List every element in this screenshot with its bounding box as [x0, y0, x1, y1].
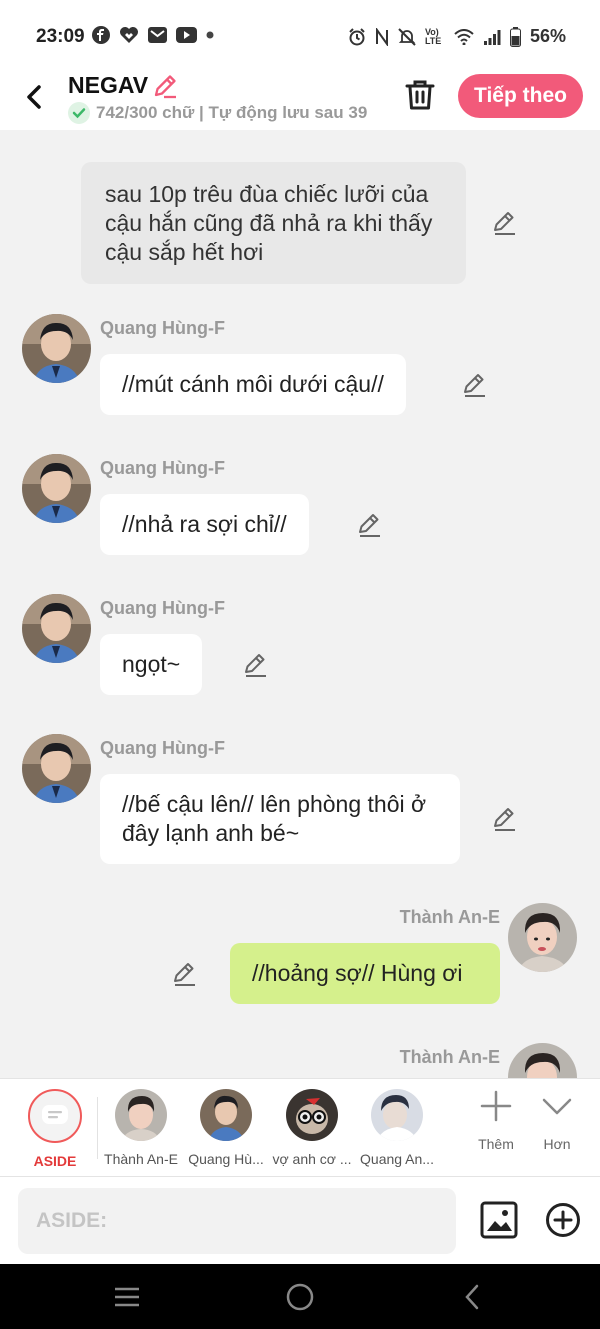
- battery-percent: 56%: [529, 26, 566, 46]
- character-bar: ASIDE Thành An-E Quang Hù... vợ anh cơ .…: [0, 1078, 600, 1176]
- heart-app-icon: [119, 26, 139, 44]
- add-circle-icon[interactable]: [545, 1202, 581, 1238]
- facebook-icon: [92, 26, 110, 44]
- editor-header: NEGAV 742/300 chữ | Tự động lưu sau 39 T…: [0, 70, 600, 130]
- avatar: [115, 1089, 167, 1141]
- signal-icon: [483, 29, 501, 45]
- chevron-down-icon: [542, 1098, 572, 1115]
- edit-icon[interactable]: [357, 512, 383, 538]
- edit-icon[interactable]: [492, 806, 518, 832]
- character-quang-hung[interactable]: Quang Hù...: [184, 1089, 268, 1167]
- check-icon: [68, 102, 90, 124]
- autosave-status: 742/300 chữ | Tự động lưu sau 39: [68, 102, 367, 124]
- youtube-icon: [176, 27, 197, 43]
- character-label: Quang Hù...: [188, 1151, 264, 1167]
- more-label: Hơn: [543, 1136, 571, 1152]
- battery-icon: [509, 26, 521, 47]
- status-bar: 23:09 Vo) LTE 56%: [0, 0, 600, 70]
- input-row: [0, 1176, 600, 1264]
- status-time: 23:09: [36, 26, 85, 47]
- add-character-button[interactable]: Thêm: [469, 1089, 523, 1152]
- message-bubble[interactable]: ngọt~: [100, 634, 203, 695]
- nfc-icon: [375, 27, 389, 46]
- edit-icon[interactable]: [172, 961, 198, 987]
- message-bubble[interactable]: //nhả ra sợi chỉ//: [100, 494, 309, 555]
- character-label: Thành An-E: [104, 1151, 178, 1167]
- story-title[interactable]: NEGAV: [68, 72, 178, 99]
- avatar[interactable]: [22, 734, 91, 803]
- image-icon[interactable]: [480, 1201, 518, 1239]
- character-vo-anh[interactable]: vợ anh cơ ...: [270, 1089, 354, 1167]
- dot-icon: [206, 31, 214, 39]
- avatar[interactable]: [508, 903, 577, 972]
- avatar[interactable]: [22, 454, 91, 523]
- back-nav-icon[interactable]: [452, 1282, 492, 1312]
- message-bubble[interactable]: //mút cánh môi dưới cậu//: [100, 354, 406, 415]
- aside-icon: [28, 1089, 82, 1143]
- speaker-name: Thành An-E: [399, 1047, 500, 1067]
- edit-icon[interactable]: [492, 210, 518, 236]
- avatar[interactable]: [508, 1043, 577, 1078]
- speaker-name: Quang Hùng-F: [100, 598, 225, 618]
- character-aside[interactable]: ASIDE: [13, 1089, 97, 1169]
- narration-bubble[interactable]: sau 10p trêu đùa chiếc lưỡi của cậu hắn …: [81, 162, 466, 284]
- more-button[interactable]: Hơn: [530, 1089, 584, 1152]
- message-input[interactable]: [18, 1188, 456, 1254]
- system-nav-bar: [0, 1264, 600, 1329]
- plus-icon: [480, 1090, 512, 1122]
- wifi-icon: [454, 28, 474, 45]
- speaker-name: Quang Hùng-F: [100, 458, 225, 478]
- word-count-text: 742/300 chữ | Tự động lưu sau 39: [96, 103, 368, 122]
- notification-icons: [92, 26, 214, 44]
- story-title-text: NEGAV: [68, 72, 149, 98]
- character-label: ASIDE: [33, 1153, 77, 1169]
- avatar: [200, 1089, 252, 1141]
- character-thanh-an[interactable]: Thành An-E: [99, 1089, 183, 1167]
- mute-icon: [398, 27, 416, 46]
- volte-icon: Vo) LTE: [424, 26, 445, 46]
- avatar[interactable]: [22, 314, 91, 383]
- next-button[interactable]: Tiếp theo: [458, 74, 583, 118]
- mail-icon: [148, 26, 167, 44]
- character-quang-an[interactable]: Quang An...: [355, 1089, 439, 1167]
- back-button[interactable]: [20, 78, 50, 114]
- speaker-name: Thành An-E: [399, 907, 500, 927]
- recents-icon[interactable]: [107, 1282, 147, 1312]
- trash-icon[interactable]: [404, 78, 436, 112]
- message-bubble[interactable]: //bế cậu lên// lên phòng thôi ở đây lạnh…: [100, 774, 460, 864]
- character-label: Quang An...: [360, 1151, 434, 1167]
- speaker-name: Quang Hùng-F: [100, 738, 225, 758]
- avatar: [371, 1089, 423, 1141]
- add-label: Thêm: [478, 1136, 514, 1152]
- volte-label: Vo) LTE: [424, 26, 442, 46]
- avatar[interactable]: [22, 594, 91, 663]
- avatar: [286, 1089, 338, 1141]
- alarm-icon: [348, 27, 366, 46]
- pencil-icon[interactable]: [152, 73, 178, 99]
- speaker-name: Quang Hùng-F: [100, 318, 225, 338]
- system-icons: Vo) LTE 56%: [348, 26, 566, 47]
- chat-area[interactable]: sau 10p trêu đùa chiếc lưỡi của cậu hắn …: [0, 130, 600, 1078]
- home-icon[interactable]: [280, 1282, 320, 1312]
- edit-icon[interactable]: [462, 372, 488, 398]
- character-label: vợ anh cơ ...: [272, 1151, 352, 1167]
- my-message-bubble[interactable]: //hoảng sợ// Hùng ơi: [230, 943, 500, 1004]
- edit-icon[interactable]: [243, 652, 269, 678]
- divider: [97, 1097, 98, 1159]
